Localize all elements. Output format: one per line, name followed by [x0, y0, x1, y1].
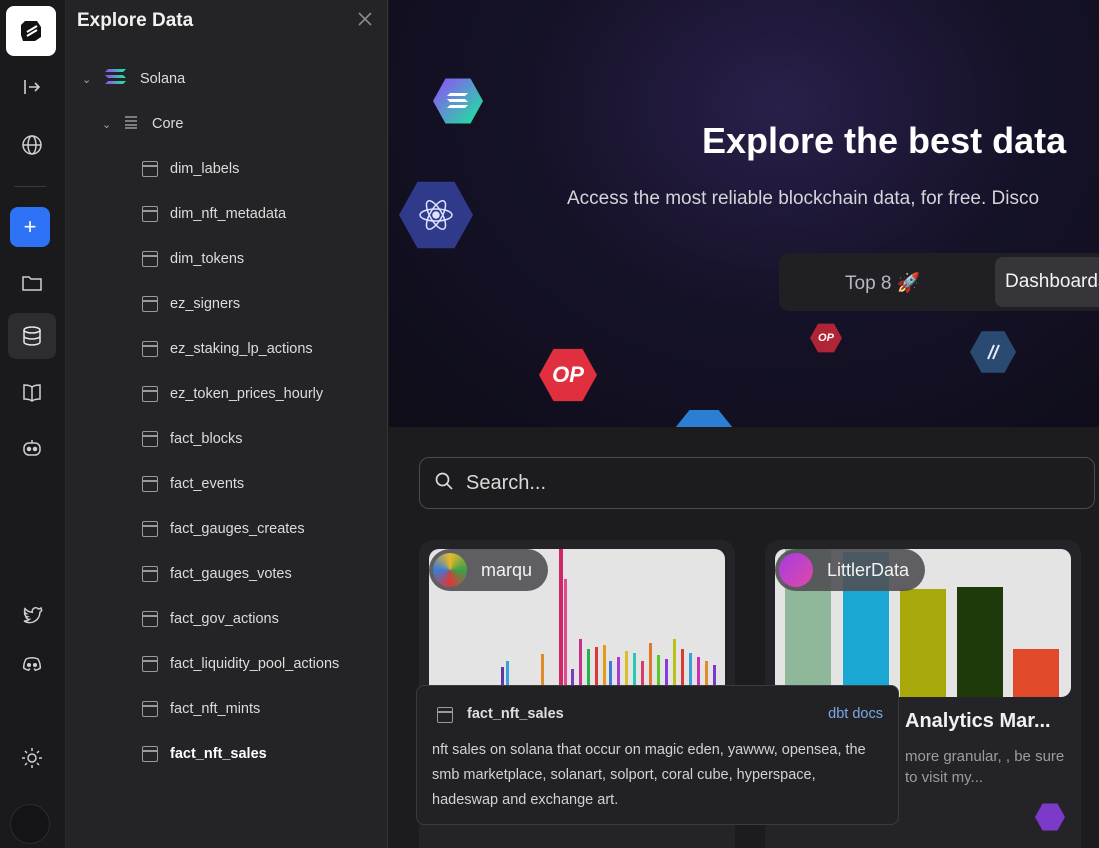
expand-icon[interactable]	[8, 64, 56, 110]
table-icon	[142, 521, 158, 537]
chevron-down-icon: ⌄	[102, 118, 112, 131]
tree-table-row[interactable]: fact_gauges_creates	[66, 517, 388, 541]
solana-badge-icon	[433, 78, 483, 124]
tab-top-8[interactable]: Top 8 🚀	[845, 271, 920, 295]
arbitrum-badge-icon	[970, 331, 1016, 373]
tree-table-row[interactable]: ez_signers	[66, 292, 388, 316]
card-title: Analytics Mar...	[905, 710, 1051, 732]
globe-icon[interactable]	[8, 122, 56, 168]
partial-chain-badge-icon	[675, 410, 733, 427]
table-tooltip: fact_nft_sales dbt docs nft sales on sol…	[416, 685, 899, 825]
tree-table-row[interactable]: dim_labels	[66, 157, 388, 181]
table-label: dim_nft_metadata	[170, 206, 287, 222]
tree-table-row[interactable]: dim_nft_metadata	[66, 202, 388, 226]
table-icon	[437, 707, 453, 723]
sun-icon[interactable]	[8, 735, 56, 781]
tree-table-row[interactable]: ez_token_prices_hourly	[66, 382, 388, 406]
twitter-icon[interactable]	[8, 592, 56, 638]
search-input[interactable]	[466, 471, 1066, 495]
avatar	[433, 553, 467, 587]
discord-icon[interactable]	[8, 642, 56, 688]
card-description: more granular, , be sure to visit my...	[905, 748, 1065, 786]
author-pill[interactable]: marqu	[429, 549, 549, 591]
left-rail: +	[0, 0, 66, 848]
folder-icon[interactable]	[8, 260, 56, 306]
table-icon	[142, 746, 158, 762]
table-label: fact_nft_sales	[170, 746, 267, 762]
table-icon	[142, 161, 158, 177]
schema-label: Core	[152, 116, 184, 132]
rail-divider	[14, 186, 46, 187]
tree-table-row-selected[interactable]: fact_nft_sales	[66, 742, 388, 766]
chain-label: Solana	[140, 71, 186, 87]
view-toggle: Top 8 🚀 Dashboards	[779, 253, 1099, 311]
hero-subtitle: Access the most reliable blockchain data…	[567, 188, 1040, 209]
table-icon	[142, 431, 158, 447]
tooltip-table-name: fact_nft_sales	[467, 706, 564, 722]
tree-table-row[interactable]: fact_gauges_votes	[66, 562, 388, 586]
app-window: + Explore Data ⌄ Solana ⌄ Core dim_label…	[0, 0, 1099, 848]
table-label: ez_token_prices_hourly	[170, 386, 324, 402]
tree-chain-solana[interactable]: ⌄ Solana	[66, 67, 388, 91]
schema-icon	[124, 115, 138, 133]
search-icon	[434, 471, 454, 496]
table-icon	[142, 566, 158, 582]
close-icon[interactable]	[356, 10, 376, 30]
hero-title: Explore the best data	[702, 120, 1067, 161]
table-label: ez_staking_lp_actions	[170, 341, 313, 357]
chevron-down-icon: ⌄	[82, 73, 92, 86]
table-icon	[142, 296, 158, 312]
explore-data-panel: Explore Data ⌄ Solana ⌄ Core dim_labels …	[66, 0, 388, 848]
tree-table-row[interactable]: fact_nft_mints	[66, 697, 388, 721]
table-icon	[142, 341, 158, 357]
book-icon[interactable]	[8, 370, 56, 416]
table-label: fact_gov_actions	[170, 611, 279, 627]
tree-schema-core[interactable]: ⌄ Core	[66, 112, 388, 136]
table-label: fact_events	[170, 476, 245, 492]
table-icon	[142, 251, 158, 267]
table-icon	[142, 611, 158, 627]
add-icon[interactable]: +	[10, 207, 50, 247]
bot-icon[interactable]	[8, 425, 56, 471]
table-icon	[142, 206, 158, 222]
table-label: fact_blocks	[170, 431, 243, 447]
hero-banner: OP OP Explore the best data Access the m…	[389, 0, 1099, 427]
database-icon[interactable]	[8, 313, 56, 359]
table-label: fact_gauges_votes	[170, 566, 292, 582]
table-icon	[142, 476, 158, 492]
author-name: marqu	[481, 559, 533, 580]
panel-title: Explore Data	[77, 10, 194, 31]
search-bar[interactable]	[419, 457, 1095, 509]
table-label: fact_gauges_creates	[170, 521, 305, 537]
optimism-badge-large: OP	[539, 348, 597, 402]
table-label: dim_labels	[170, 161, 240, 177]
table-icon	[142, 656, 158, 672]
table-label: fact_liquidity_pool_actions	[170, 656, 340, 672]
tree-table-row[interactable]: fact_blocks	[66, 427, 388, 451]
dbt-docs-link[interactable]: dbt docs	[828, 706, 883, 722]
table-label: dim_tokens	[170, 251, 245, 267]
tree-table-row[interactable]: fact_gov_actions	[66, 607, 388, 631]
chain-badge-icon	[1035, 803, 1065, 831]
avatar	[779, 553, 813, 587]
table-icon	[142, 386, 158, 402]
user-avatar[interactable]	[10, 804, 50, 844]
table-icon	[142, 701, 158, 717]
flipside-logo[interactable]	[6, 6, 56, 56]
tree-table-row[interactable]: fact_events	[66, 472, 388, 496]
tree-table-row[interactable]: dim_tokens	[66, 247, 388, 271]
author-pill[interactable]: LittlerData	[775, 549, 926, 591]
table-label: ez_signers	[170, 296, 241, 312]
tree-table-row[interactable]: fact_liquidity_pool_actions	[66, 652, 388, 676]
tree-table-row[interactable]: ez_staking_lp_actions	[66, 337, 388, 361]
author-name: LittlerData	[827, 559, 910, 580]
solana-icon	[104, 68, 128, 90]
tab-dashboards[interactable]: Dashboards	[995, 257, 1099, 307]
table-label: fact_nft_mints	[170, 701, 261, 717]
tooltip-description: nft sales on solana that occur on magic …	[432, 742, 866, 808]
optimism-badge-small: OP	[810, 323, 842, 353]
cosmos-badge-icon	[399, 181, 473, 249]
